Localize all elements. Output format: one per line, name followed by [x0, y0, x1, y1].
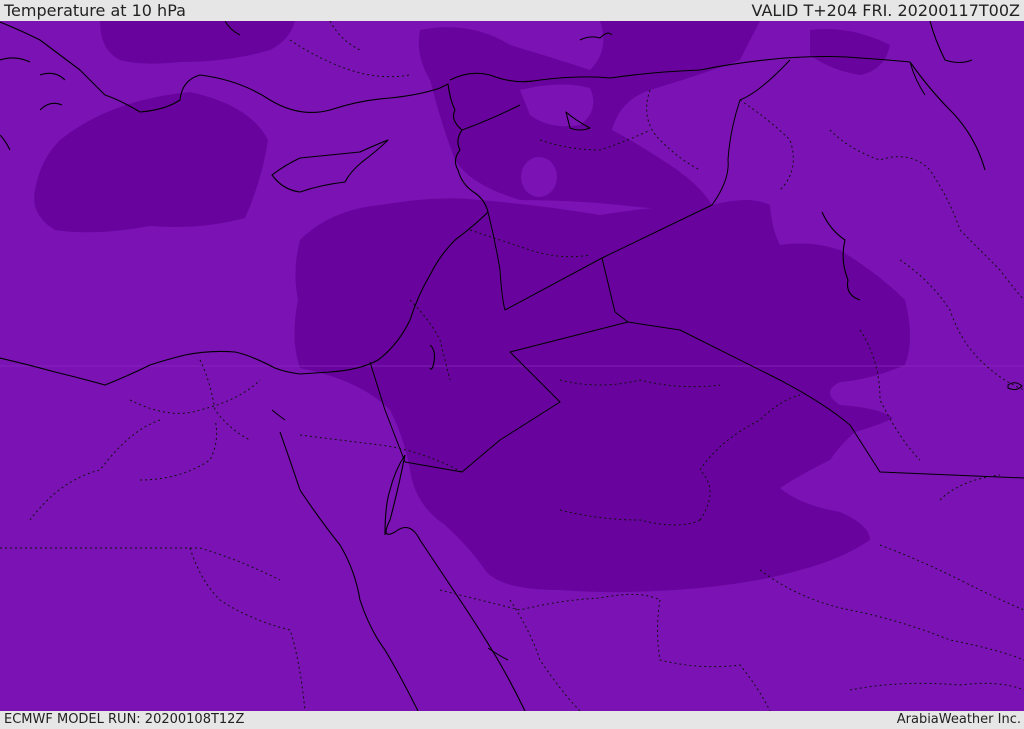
valid-time-label: VALID T+204 FRI. 20200117T00Z	[751, 1, 1020, 20]
model-run-label: ECMWF MODEL RUN: 20200108T12Z	[4, 712, 245, 727]
header-bar: Temperature at 10 hPa VALID T+204 FRI. 2…	[0, 0, 1024, 21]
weather-map[interactable]	[0, 21, 1024, 711]
credit-label: ArabiaWeather Inc.	[896, 712, 1021, 727]
warm-pocket-syria	[521, 157, 557, 197]
footer-bar: ECMWF MODEL RUN: 20200108T12Z ArabiaWeat…	[0, 711, 1024, 729]
map-title: Temperature at 10 hPa	[4, 1, 186, 20]
